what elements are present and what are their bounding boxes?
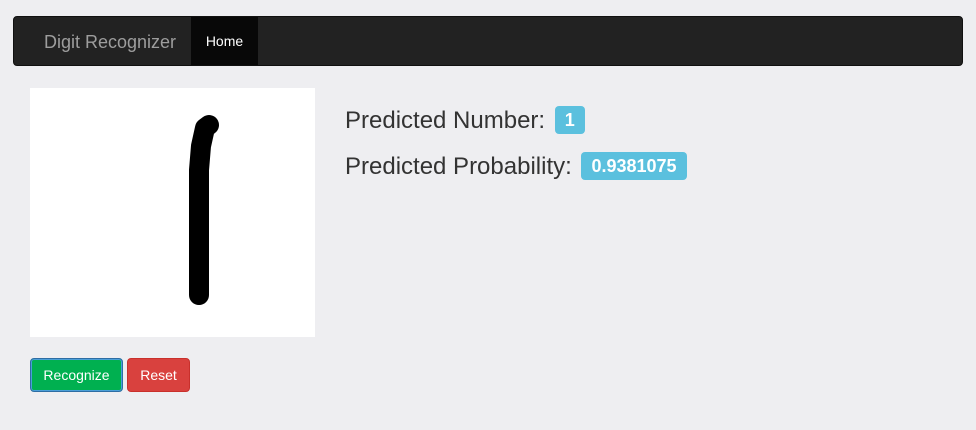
predicted-number-row: Predicted Number: 1: [345, 106, 585, 136]
reset-button[interactable]: Reset: [127, 358, 190, 392]
predicted-probability-badge: 0.9381075: [581, 152, 687, 180]
nav-item-home[interactable]: Home: [191, 17, 258, 65]
predicted-probability-row: Predicted Probability: 0.9381075: [345, 152, 687, 182]
navbar: Digit Recognizer Home: [13, 16, 963, 66]
predicted-probability-label: Predicted Probability:: [345, 153, 572, 180]
predicted-number-badge: 1: [554, 106, 585, 134]
navbar-brand[interactable]: Digit Recognizer: [44, 17, 176, 67]
recognize-button[interactable]: Recognize: [30, 358, 123, 392]
predicted-number-label: Predicted Number:: [345, 107, 546, 134]
drawing-canvas[interactable]: [30, 88, 315, 337]
digit-stroke: [189, 115, 219, 305]
